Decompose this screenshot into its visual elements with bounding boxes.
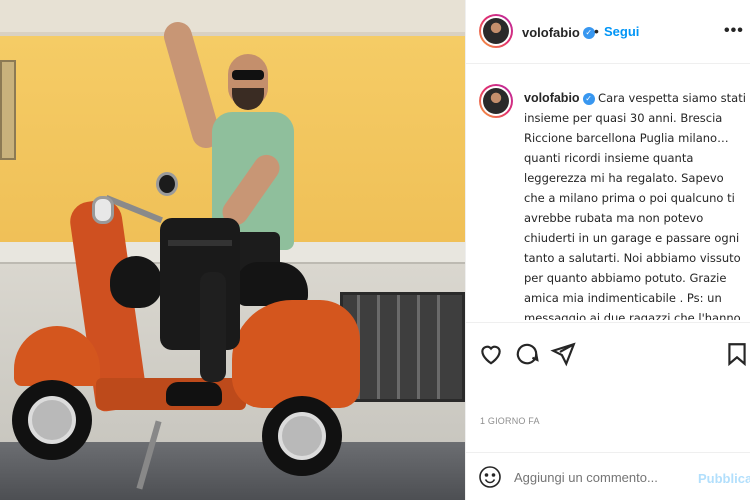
action-bar xyxy=(466,322,750,386)
header-username[interactable]: volofabio ✓ xyxy=(522,24,595,42)
wall-bracket xyxy=(0,60,16,160)
scooter-headlight xyxy=(92,196,114,224)
heart-icon[interactable] xyxy=(478,341,504,367)
send-icon[interactable] xyxy=(550,341,576,367)
post-date: 1 GIORNO FA xyxy=(480,416,540,426)
comment-input[interactable] xyxy=(514,470,684,485)
scooter-mirror xyxy=(156,172,178,196)
comment-icon[interactable] xyxy=(514,341,540,367)
avatar[interactable] xyxy=(479,14,513,48)
caption-body: Cara vespetta siamo stati insieme per qu… xyxy=(524,91,746,320)
scooter-body xyxy=(232,300,360,408)
post-photo[interactable] xyxy=(0,0,465,500)
caption-section: volofabio ✓ Cara vespetta siamo stati ins… xyxy=(466,64,750,320)
post-sidebar: volofabio ✓ • Segui ••• volofabio ✓ Cara v… xyxy=(465,0,750,500)
emoji-icon[interactable] xyxy=(478,465,502,489)
publish-button[interactable]: Pubblica xyxy=(698,471,750,486)
rear-wheel xyxy=(262,396,342,476)
sneaker xyxy=(166,382,222,406)
post-header: volofabio ✓ • Segui ••• xyxy=(466,0,750,64)
more-icon[interactable]: ••• xyxy=(724,22,744,40)
verified-badge-icon: ✓ xyxy=(582,92,595,105)
wall-cornice xyxy=(0,0,465,36)
man-leg xyxy=(200,272,226,382)
comment-bar: Pubblica xyxy=(466,452,750,500)
bookmark-icon[interactable] xyxy=(724,341,750,367)
sunglasses xyxy=(232,70,264,80)
separator-dot: • xyxy=(594,23,599,39)
caption-avatar[interactable] xyxy=(479,84,513,118)
helmet xyxy=(110,256,162,308)
username-label[interactable]: volofabio xyxy=(522,25,580,40)
verified-badge-icon: ✓ xyxy=(582,26,595,39)
backpack-strap xyxy=(168,240,232,246)
front-wheel xyxy=(12,380,92,460)
caption-username[interactable]: volofabio xyxy=(524,91,580,105)
caption: volofabio ✓ Cara vespetta siamo stati ins… xyxy=(524,88,746,320)
follow-button[interactable]: Segui xyxy=(604,24,639,39)
